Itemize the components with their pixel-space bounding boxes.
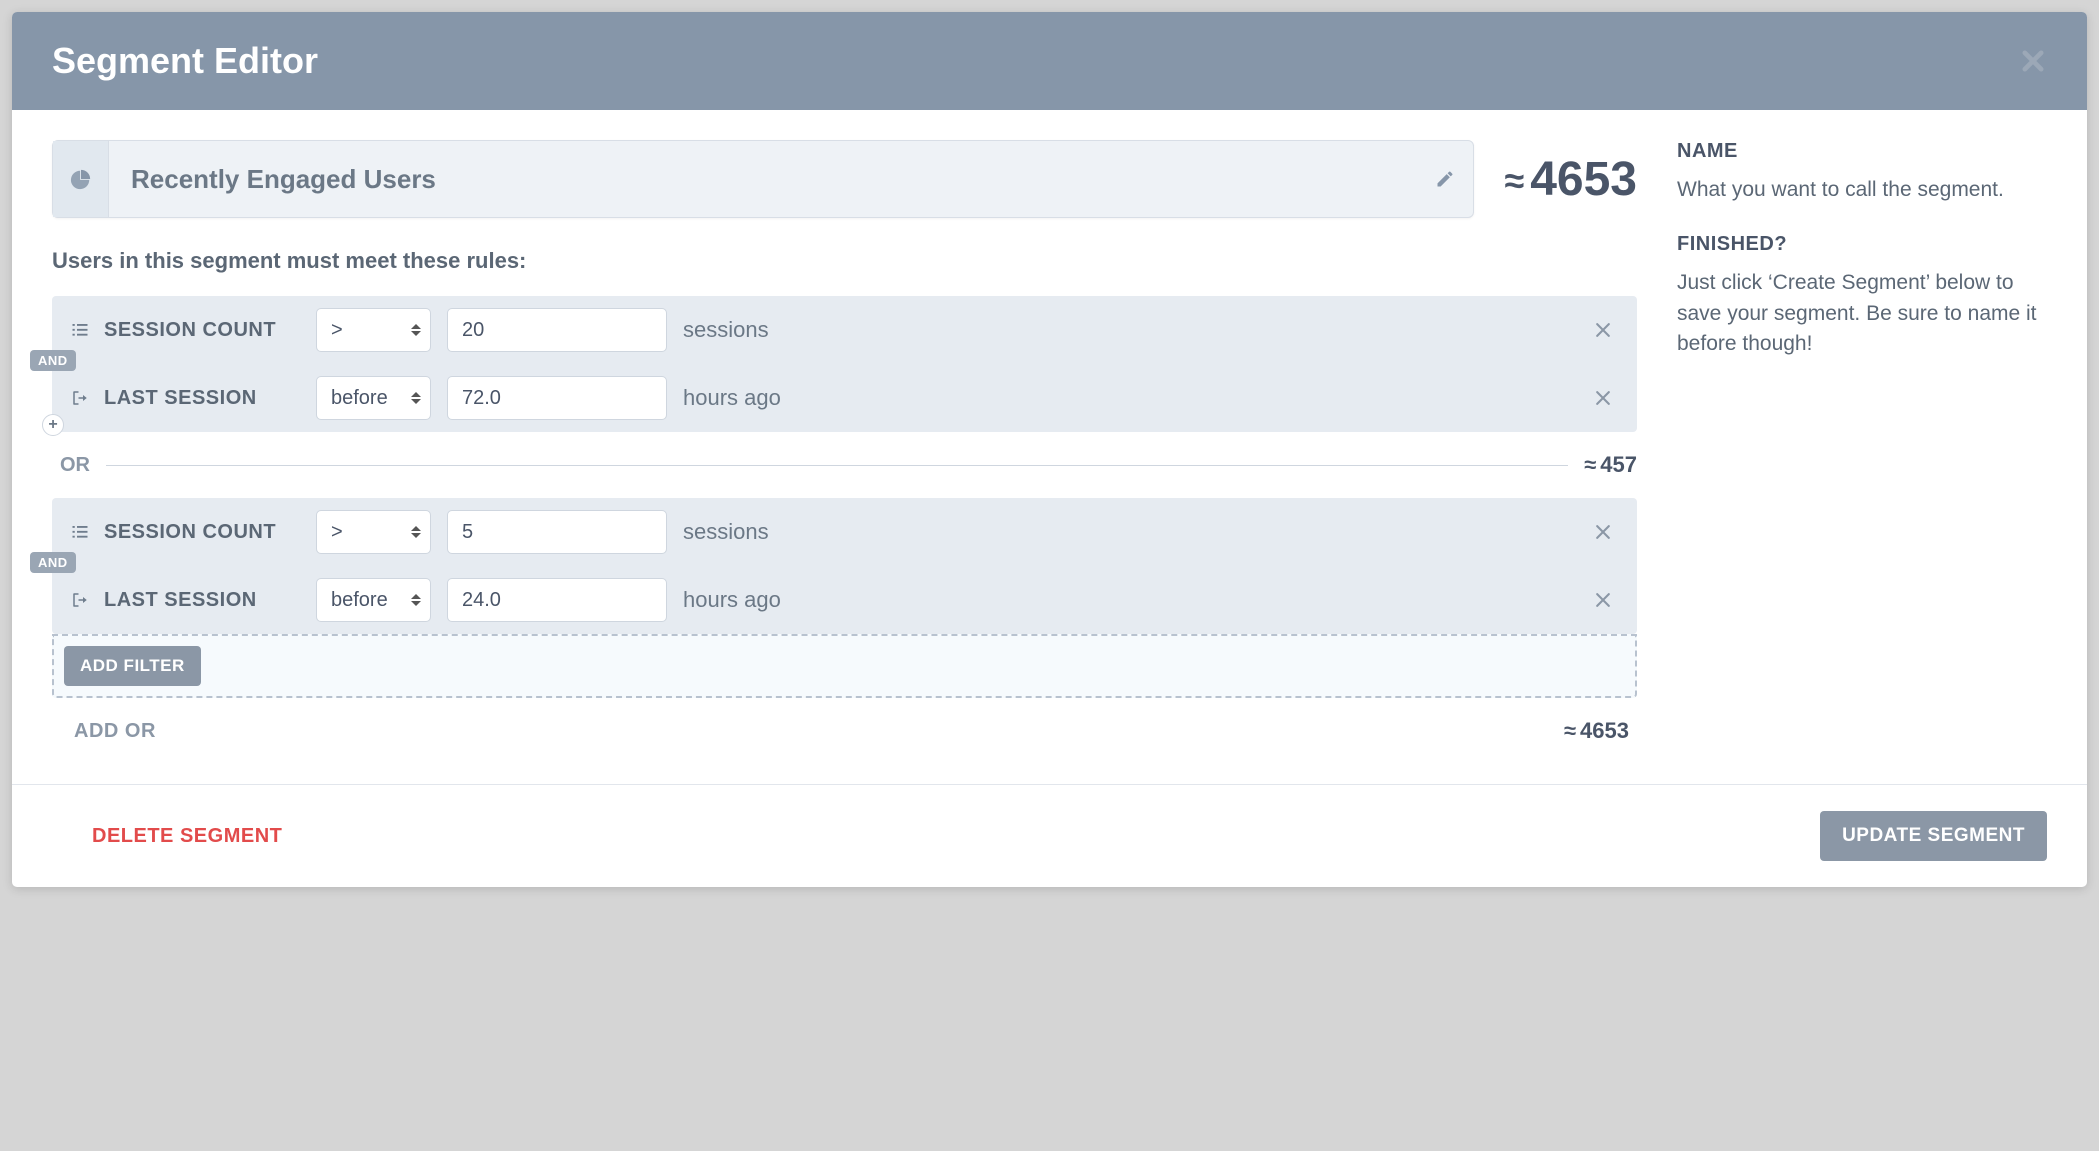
rules-intro: Users in this segment must meet these ru… — [52, 248, 1637, 274]
operator-select[interactable]: > — [316, 308, 431, 352]
rule-row: LAST SESSION before hours ago — [52, 566, 1637, 634]
total-count-value: 4653 — [1530, 153, 1637, 206]
operator-value: > — [331, 319, 343, 342]
unit-label: sessions — [683, 519, 769, 545]
delete-segment-button[interactable]: DELETE SEGMENT — [52, 825, 282, 848]
segment-name-box: Recently Engaged Users — [52, 140, 1474, 218]
and-chip: AND — [30, 350, 76, 371]
separator-line — [106, 465, 1568, 466]
pencil-icon[interactable] — [1417, 141, 1473, 217]
select-caret-icon — [411, 526, 421, 538]
pie-chart-icon — [53, 141, 109, 217]
logout-icon — [70, 389, 90, 407]
unit-label: hours ago — [683, 587, 781, 613]
help-sidebar: NAME What you want to call the segment. … — [1677, 140, 2047, 744]
rule-label: SESSION COUNT — [104, 521, 276, 544]
value-input[interactable] — [447, 510, 667, 554]
rules-area: AND + SESSION COUNT > — [52, 296, 1637, 744]
update-segment-button[interactable]: UPDATE SEGMENT — [1820, 811, 2047, 861]
approx-icon: ≈ — [1564, 718, 1576, 743]
select-caret-icon — [411, 594, 421, 606]
logout-icon — [70, 591, 90, 609]
remove-rule-icon[interactable] — [1587, 320, 1619, 340]
group-count: ≈4653 — [1564, 718, 1629, 744]
modal-footer: DELETE SEGMENT UPDATE SEGMENT — [12, 784, 2087, 887]
segment-editor-modal: Segment Editor Recently Engaged Users — [12, 12, 2087, 887]
rule-label: LAST SESSION — [104, 387, 257, 410]
remove-rule-icon[interactable] — [1587, 590, 1619, 610]
approx-icon: ≈ — [1504, 160, 1524, 201]
total-count: ≈4653 — [1504, 152, 1637, 207]
approx-icon: ≈ — [1584, 452, 1596, 477]
rule-row: SESSION COUNT > sessions — [52, 296, 1637, 364]
rule-row: LAST SESSION before hours ago — [52, 364, 1637, 432]
rule-row: SESSION COUNT > sessions — [52, 498, 1637, 566]
add-or-row: ADD OR ≈4653 — [52, 718, 1637, 744]
or-count: ≈457 — [1584, 452, 1637, 478]
or-separator: OR ≈457 — [60, 452, 1637, 478]
operator-value: before — [331, 589, 388, 612]
value-input[interactable] — [447, 308, 667, 352]
modal-header: Segment Editor — [12, 12, 2087, 110]
add-rule-icon[interactable]: + — [42, 414, 64, 436]
list-ordered-icon — [70, 523, 90, 541]
value-input[interactable] — [447, 578, 667, 622]
unit-label: hours ago — [683, 385, 781, 411]
name-heading: NAME — [1677, 140, 2047, 163]
group-count-value: 4653 — [1580, 718, 1629, 743]
value-input[interactable] — [447, 376, 667, 420]
unit-label: sessions — [683, 317, 769, 343]
segment-name-text: Recently Engaged Users — [109, 141, 1417, 217]
or-label: OR — [60, 454, 90, 477]
operator-value: before — [331, 387, 388, 410]
rules-column: Recently Engaged Users ≈4653 Users in th… — [52, 140, 1637, 744]
name-description: What you want to call the segment. — [1677, 175, 2047, 205]
select-caret-icon — [411, 392, 421, 404]
close-icon[interactable] — [2019, 47, 2047, 75]
list-ordered-icon — [70, 321, 90, 339]
modal-title: Segment Editor — [52, 40, 318, 82]
remove-rule-icon[interactable] — [1587, 388, 1619, 408]
rule-group: AND + SESSION COUNT > — [52, 296, 1637, 432]
finished-description: Just click ‘Create Segment’ below to sav… — [1677, 268, 2047, 359]
rule-label: LAST SESSION — [104, 589, 257, 612]
operator-select[interactable]: before — [316, 578, 431, 622]
segment-name-row: Recently Engaged Users ≈4653 — [52, 140, 1637, 218]
rule-label: SESSION COUNT — [104, 319, 276, 342]
select-caret-icon — [411, 324, 421, 336]
add-or-button[interactable]: ADD OR — [74, 720, 156, 743]
rule-group: AND SESSION COUNT > s — [52, 498, 1637, 634]
finished-heading: FINISHED? — [1677, 233, 2047, 256]
operator-value: > — [331, 521, 343, 544]
add-filter-box: ADD FILTER — [52, 634, 1637, 698]
or-count-value: 457 — [1600, 452, 1637, 477]
and-chip: AND — [30, 552, 76, 573]
modal-body: Recently Engaged Users ≈4653 Users in th… — [12, 110, 2087, 784]
remove-rule-icon[interactable] — [1587, 522, 1619, 542]
operator-select[interactable]: > — [316, 510, 431, 554]
operator-select[interactable]: before — [316, 376, 431, 420]
add-filter-button[interactable]: ADD FILTER — [64, 646, 201, 686]
